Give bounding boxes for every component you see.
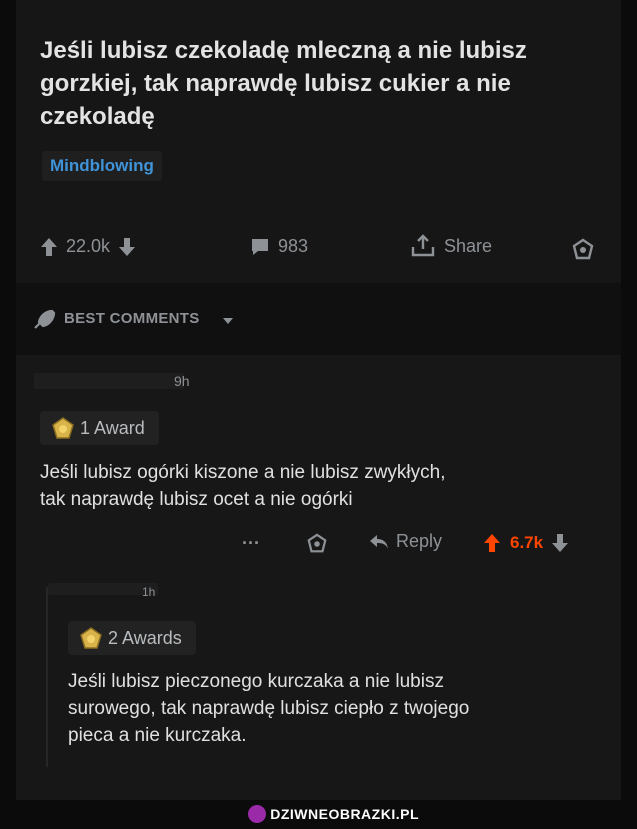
- comment2-body: Jeśli lubisz pieczonego kurczaka a nie l…: [68, 668, 469, 749]
- award-icon: [80, 627, 102, 649]
- reply-button[interactable]: Reply: [368, 531, 442, 552]
- award-star-icon[interactable]: [571, 238, 595, 262]
- rocket-icon: [34, 309, 56, 329]
- comment2-age: 1h: [142, 585, 156, 599]
- comment1-username-redacted: [34, 373, 184, 389]
- share-button[interactable]: Share: [410, 234, 492, 258]
- comments-section: 9h 1 Award Jeśli lubisz ogórki kiszone a…: [16, 355, 621, 800]
- upvote-icon[interactable]: [40, 237, 58, 257]
- award-star-icon[interactable]: [306, 533, 328, 555]
- comment2-award-label: 2 Awards: [108, 627, 182, 648]
- watermark-logo-icon: [248, 805, 267, 823]
- upvote-icon[interactable]: [482, 533, 502, 553]
- watermark: DZIWNEOBRAZKI.PL: [248, 804, 419, 824]
- comment1-line: tak naprawdę lubisz ocet a nie ogórki: [40, 489, 353, 510]
- award-icon: [52, 417, 74, 439]
- post-actions: 22.0k 983 Share: [16, 228, 621, 272]
- comment1-actions: ··· Reply 6.7k: [16, 527, 621, 567]
- comment-bubble-icon: [252, 238, 268, 255]
- thread-line: [46, 587, 48, 767]
- post-card: Jeśli lubisz czekoladę mleczną a nie lub…: [16, 0, 621, 283]
- comments-button[interactable]: 983: [250, 236, 308, 257]
- comment2-line: Jeśli lubisz pieczonego kurczaka a nie l…: [68, 671, 444, 692]
- comment1-score: 6.7k: [510, 533, 544, 552]
- comment-count: 983: [278, 236, 309, 256]
- post-score: 22.0k: [66, 236, 111, 256]
- share-icon: [411, 234, 435, 257]
- comment2-award-badge[interactable]: 2 Awards: [68, 621, 196, 655]
- reply-label: Reply: [396, 531, 443, 551]
- comment1-age: 9h: [174, 373, 190, 389]
- comment1-award-label: 1 Award: [80, 417, 145, 438]
- vote-group: 22.0k: [40, 236, 136, 257]
- chevron-down-icon: [223, 318, 233, 324]
- reply-icon: [370, 534, 388, 549]
- comment1-body: Jeśli lubisz ogórki kiszone a nie lubisz…: [40, 459, 446, 513]
- comment1-line: Jeśli lubisz ogórki kiszone a nie lubisz…: [40, 462, 446, 483]
- downvote-icon[interactable]: [118, 237, 136, 257]
- post-title: Jeśli lubisz czekoladę mleczną a nie lub…: [40, 37, 527, 130]
- share-label: Share: [444, 235, 493, 256]
- sort-bar[interactable]: BEST COMMENTS: [16, 283, 621, 355]
- more-options-icon[interactable]: ···: [242, 533, 260, 554]
- downvote-icon[interactable]: [551, 533, 569, 553]
- sort-label: BEST COMMENTS: [64, 310, 200, 327]
- comment1-award-badge[interactable]: 1 Award: [40, 411, 159, 445]
- post-flair[interactable]: Mindblowing: [42, 151, 162, 181]
- comment2-line: pieca a nie kurczaka.: [68, 725, 247, 746]
- footer: DZIWNEOBRAZKI.PL: [0, 800, 637, 829]
- comment2-line: surowego, tak naprawdę lubisz ciepło z t…: [68, 698, 470, 719]
- comment1-vote-group: 6.7k: [482, 533, 569, 553]
- watermark-text: DZIWNEOBRAZKI.PL: [270, 806, 419, 822]
